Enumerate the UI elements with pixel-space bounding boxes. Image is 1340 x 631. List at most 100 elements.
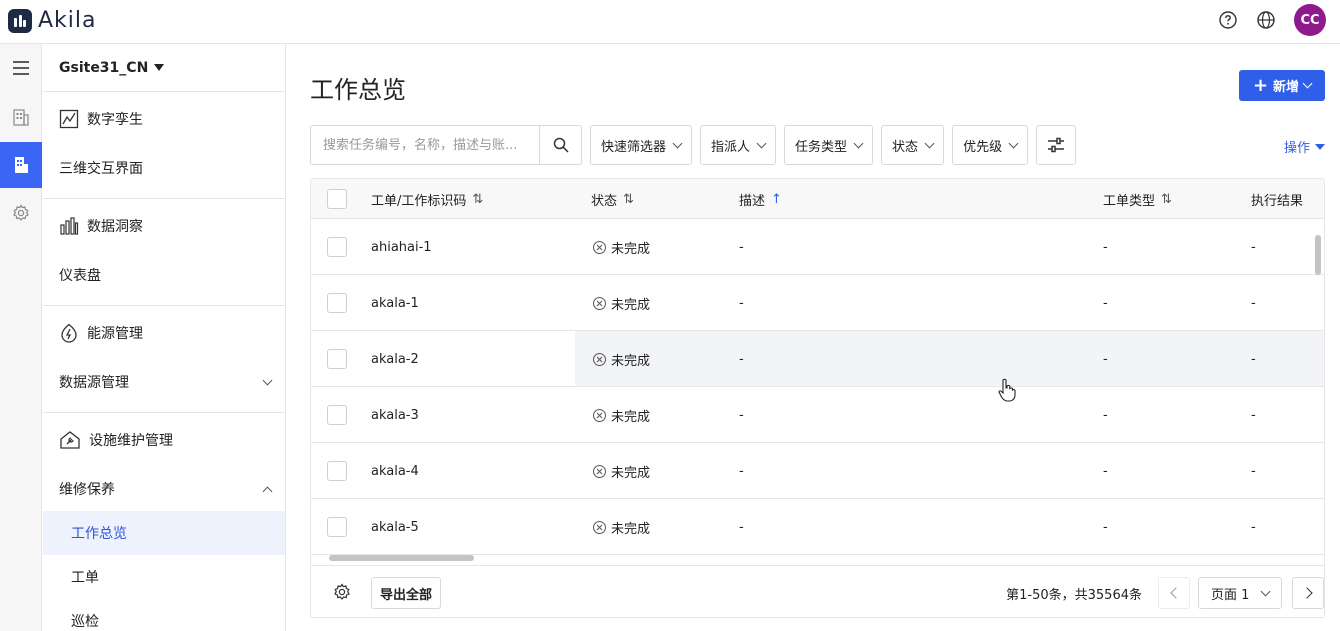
nav-item-label: 仪表盘 (59, 268, 101, 284)
site-selector[interactable]: Gsite31_CN (43, 44, 285, 92)
incomplete-icon (593, 352, 606, 366)
chevron-down-icon (1008, 138, 1019, 148)
chevron-down-icon (1260, 586, 1271, 596)
building-active-icon[interactable] (0, 142, 42, 188)
nav-item-inspection[interactable]: 巡检 (43, 599, 285, 631)
nav-group-label: 数据洞察 (87, 219, 143, 235)
filter-label: 任务类型 (795, 139, 848, 155)
quick-filter-dropdown[interactable]: 快速筛选器 (590, 125, 693, 165)
sort-ascending-icon[interactable]: ↑ (771, 192, 782, 207)
column-header-id[interactable]: 工单/工作标识码 ⇅ (371, 179, 483, 219)
maintenance-icon (60, 431, 80, 449)
filter-label: 指派人 (711, 139, 751, 155)
cell-description: - (739, 519, 744, 535)
status-filter-dropdown[interactable]: 状态 (881, 125, 945, 165)
vertical-scrollbar[interactable] (1315, 235, 1321, 275)
cell-id: akala-1 (371, 295, 419, 311)
chevron-up-icon (262, 486, 273, 496)
nav-item-label: 三维交互界面 (59, 161, 143, 177)
nav-item-work-order[interactable]: 工单 (43, 555, 285, 599)
building-icon[interactable] (0, 94, 42, 140)
menu-icon[interactable] (0, 45, 42, 91)
table-row[interactable]: akala-2 未完成 - - - (311, 331, 1324, 387)
table-row[interactable]: akala-1 未完成 - - - (311, 275, 1324, 331)
operations-menu[interactable]: 操作 (1284, 137, 1325, 156)
sort-icon[interactable]: ⇅ (472, 192, 483, 207)
row-checkbox[interactable] (327, 405, 347, 425)
settings-icon[interactable] (0, 190, 42, 236)
column-header-description[interactable]: 描述 ↑ (739, 179, 782, 219)
energy-icon (61, 323, 77, 343)
table-row[interactable]: akala-5 未完成 - - - (311, 499, 1324, 555)
table-row[interactable]: akala-3 未完成 - - - (311, 387, 1324, 443)
app-logo[interactable]: Akila (8, 8, 97, 33)
table-row[interactable]: akala-4 未完成 - - - (311, 443, 1324, 499)
table-row[interactable]: ahiahai-1 未完成 - - - (311, 219, 1324, 275)
nav-item-work-overview[interactable]: 工作总览 (43, 511, 285, 555)
column-header-result[interactable]: 执行结果 (1251, 179, 1303, 219)
page-title: 工作总览 (310, 76, 406, 104)
row-checkbox[interactable] (327, 349, 347, 369)
cell-id: ahiahai-1 (371, 239, 432, 255)
select-all-checkbox[interactable] (327, 179, 347, 219)
priority-filter-dropdown[interactable]: 优先级 (952, 125, 1029, 165)
search-box (310, 125, 582, 165)
column-label: 工单类型 (1103, 193, 1156, 209)
nav-group-data-insight[interactable]: 数据洞察 (43, 199, 285, 253)
search-input[interactable] (311, 126, 540, 164)
help-icon[interactable] (1218, 10, 1238, 30)
filter-label: 优先级 (963, 139, 1003, 155)
task-type-filter-dropdown[interactable]: 任务类型 (784, 125, 874, 165)
top-bar: Akila CC (0, 0, 1340, 44)
nav-item-maintenance[interactable]: 维修保养 (43, 467, 285, 511)
cell-status: 未完成 (593, 331, 650, 387)
cell-result: - (1251, 351, 1256, 367)
cell-type: - (1103, 295, 1108, 311)
chevron-down-icon (756, 138, 767, 148)
filter-settings-button[interactable] (1036, 125, 1077, 165)
nav-item-datasource[interactable]: 数据源管理 (43, 360, 285, 404)
table-settings-button[interactable] (333, 583, 351, 605)
cell-type: - (1103, 239, 1108, 255)
row-checkbox[interactable] (327, 461, 347, 481)
cell-type: - (1103, 463, 1108, 479)
search-button[interactable] (539, 126, 581, 164)
nav-group-label: 设施维护管理 (89, 433, 173, 449)
cell-status: 未完成 (593, 443, 650, 499)
nav-group-digital-twin[interactable]: 数字孪生 (43, 92, 285, 146)
user-avatar[interactable]: CC (1294, 4, 1326, 36)
prev-page-button[interactable] (1158, 577, 1190, 609)
sort-icon[interactable]: ⇅ (623, 192, 634, 207)
chevron-down-icon (924, 138, 935, 148)
cell-result: - (1251, 463, 1256, 479)
row-checkbox[interactable] (327, 517, 347, 537)
nav-item-dashboard[interactable]: 仪表盘 (43, 253, 285, 297)
add-button[interactable]: + 新增 (1239, 70, 1325, 101)
chevron-down-icon (672, 138, 683, 148)
sort-icon[interactable]: ⇅ (1161, 192, 1172, 207)
incomplete-icon (593, 464, 606, 478)
column-header-type[interactable]: 工单类型 ⇅ (1103, 179, 1172, 219)
assignee-filter-dropdown[interactable]: 指派人 (700, 125, 777, 165)
export-all-button[interactable]: 导出全部 (371, 577, 442, 609)
column-label: 状态 (591, 193, 618, 209)
filter-label: 状态 (892, 139, 919, 155)
search-icon (553, 137, 569, 153)
row-checkbox[interactable] (327, 293, 347, 313)
column-header-status[interactable]: 状态 ⇅ (591, 179, 634, 219)
nav-group-facility[interactable]: 设施维护管理 (43, 413, 285, 467)
incomplete-icon (593, 240, 606, 254)
page-select[interactable]: 页面 1 (1198, 577, 1282, 609)
nav-item-label: 工单 (71, 570, 99, 586)
row-checkbox[interactable] (327, 237, 347, 257)
horizontal-scrollbar[interactable] (329, 555, 474, 561)
page-select-value: 页面 1 (1211, 587, 1250, 603)
next-page-button[interactable] (1292, 577, 1324, 609)
nav-group-energy[interactable]: 能源管理 (43, 306, 285, 360)
add-button-label: 新增 (1273, 80, 1300, 95)
cell-description: - (739, 407, 744, 423)
nav-item-3d-interface[interactable]: 三维交互界面 (43, 146, 285, 190)
cell-status: 未完成 (593, 219, 650, 275)
nav-group-label: 数字孪生 (87, 112, 143, 128)
globe-icon[interactable] (1256, 10, 1276, 30)
